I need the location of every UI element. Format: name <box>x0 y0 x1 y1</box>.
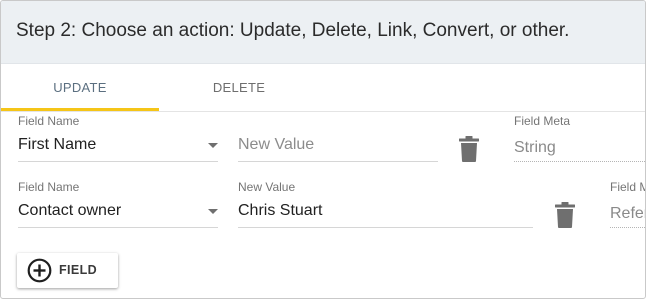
field-meta-value: String <box>514 139 556 156</box>
new-value-input[interactable]: New Value <box>238 131 438 162</box>
step-title: Step 2: Choose an action: Update, Delete… <box>16 20 570 41</box>
new-value-text: Chris Stuart <box>238 202 337 220</box>
action-tabs: UPDATE DELETE <box>1 64 645 112</box>
field-name-label: Field Name <box>18 180 80 194</box>
add-field-button[interactable]: FIELD <box>17 253 118 288</box>
plus-circle-icon <box>27 258 52 283</box>
new-value-placeholder: New Value <box>238 136 315 153</box>
field-name-select[interactable]: Contact owner <box>18 197 218 228</box>
step-header: Step 2: Choose an action: Update, Delete… <box>1 1 645 64</box>
active-tab-indicator <box>1 108 159 111</box>
action-panel: Step 2: Choose an action: Update, Delete… <box>0 0 646 299</box>
new-value-input[interactable]: Chris Stuart <box>238 197 533 228</box>
chevron-down-icon <box>208 143 218 148</box>
field-meta-display: String <box>514 133 645 162</box>
field-name-value: First Name <box>18 136 97 153</box>
field-meta-value: Refer <box>610 205 645 222</box>
field-meta-label: Field Meta <box>514 114 571 128</box>
field-meta-label: Field M <box>610 180 646 194</box>
field-meta-display: Refer <box>610 199 645 228</box>
field-name-label: Field Name <box>18 114 80 128</box>
add-field-label: FIELD <box>59 263 98 277</box>
new-value-label: New Value <box>238 180 296 194</box>
trash-icon[interactable] <box>458 136 480 162</box>
trash-icon[interactable] <box>554 202 576 228</box>
field-name-value: Contact owner <box>18 202 122 219</box>
tab-delete[interactable]: DELETE <box>159 64 319 111</box>
chevron-down-icon <box>208 209 218 214</box>
tab-update[interactable]: UPDATE <box>1 64 159 111</box>
field-name-select[interactable]: First Name <box>18 131 218 162</box>
